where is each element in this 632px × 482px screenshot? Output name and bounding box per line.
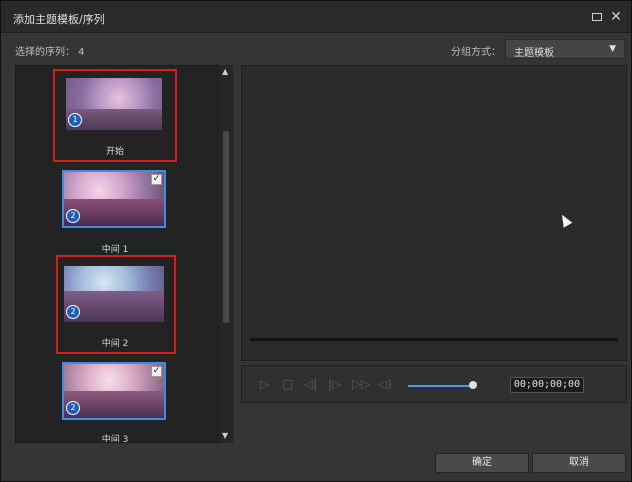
list-item[interactable]: ✓ 2 中间 1 (56, 170, 174, 256)
checkbox-icon[interactable]: ✓ (151, 174, 162, 185)
list-item[interactable]: 1 开始 (56, 72, 174, 160)
add-theme-template-dialog: 添加主题模板/序列 ✕ 选择的序列： 4 分组方式： 主题模板 ▼ 1 开始 ✓… (0, 0, 632, 482)
item-label: 中间 1 (101, 245, 129, 255)
item-label: 开始 (105, 147, 124, 157)
sequence-number-badge: 1 (68, 113, 82, 127)
scroll-up-icon[interactable]: ▲ (222, 67, 228, 76)
play-icon[interactable]: ▷ (260, 377, 269, 391)
list-item[interactable]: 2 中间 2 (56, 260, 174, 350)
thumbnail-middle-1[interactable]: ✓ 2 (62, 170, 166, 228)
group-by-dropdown[interactable]: 主题模板 ▼ (505, 39, 625, 59)
dialog-title: 添加主题模板/序列 (13, 13, 105, 26)
dropdown-arrow-icon: ▼ (609, 44, 616, 54)
checkbox-icon[interactable]: ✓ (151, 366, 162, 377)
mouse-cursor-icon (557, 212, 573, 228)
cancel-button[interactable]: 取消 (532, 453, 626, 473)
list-item[interactable]: ✓ 2 中间 3 (56, 360, 174, 443)
volume-slider[interactable] (408, 385, 474, 387)
sequence-number-badge: 2 (66, 305, 80, 319)
close-icon[interactable]: ✕ (608, 9, 624, 25)
item-label: 中间 2 (101, 339, 129, 349)
sequence-list[interactable]: 1 开始 ✓ 2 中间 1 2 中间 2 ✓ 2 中间 3 (15, 65, 233, 443)
preview-timeline-bar[interactable] (250, 338, 618, 341)
timecode-display: 00;00;00;00 (510, 377, 584, 393)
previous-frame-icon[interactable]: ◁| (304, 377, 317, 391)
item-label: 中间 3 (101, 435, 129, 443)
maximize-icon[interactable] (589, 9, 605, 25)
ok-button[interactable]: 确定 (435, 453, 529, 473)
title-bar[interactable]: 添加主题模板/序列 ✕ (1, 1, 631, 33)
thumbnail-start[interactable]: 1 (64, 76, 164, 132)
sequence-number-badge: 2 (66, 209, 80, 223)
playback-controls: ▷ □ ◁| |▷ ▷▷ ◁) 00;00;00;00 (241, 365, 627, 403)
group-by-value: 主题模板 (514, 48, 554, 59)
volume-slider-knob[interactable] (469, 381, 477, 389)
scroll-down-icon[interactable]: ▼ (222, 431, 228, 440)
selected-count-label: 选择的序列： 4 (15, 47, 85, 58)
next-frame-icon[interactable]: |▷ (328, 377, 341, 391)
volume-icon[interactable]: ◁) (378, 377, 392, 391)
thumbnail-middle-3[interactable]: ✓ 2 (62, 362, 166, 420)
scroll-thumb[interactable] (223, 131, 229, 323)
sequence-number-badge: 2 (66, 401, 80, 415)
preview-area (241, 65, 627, 361)
fast-forward-icon[interactable]: ▷▷ (352, 377, 370, 391)
stop-icon[interactable]: □ (282, 377, 293, 391)
thumbnail-middle-2[interactable]: 2 (62, 264, 166, 324)
list-scrollbar[interactable]: ▲ ▼ (219, 65, 233, 443)
group-by-label: 分组方式： (451, 47, 501, 58)
